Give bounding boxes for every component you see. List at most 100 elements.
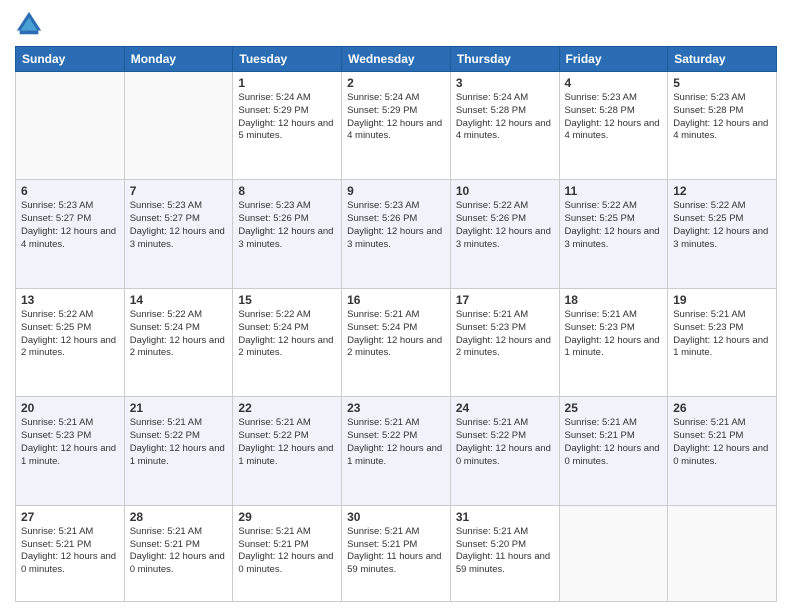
- day-number: 17: [456, 293, 554, 307]
- day-number: 21: [130, 401, 228, 415]
- logo-icon: [15, 10, 43, 38]
- calendar-cell: [124, 72, 233, 180]
- day-info: Sunrise: 5:23 AMSunset: 5:26 PMDaylight:…: [238, 200, 336, 251]
- calendar-cell: 6 Sunrise: 5:23 AMSunset: 5:27 PMDaylight…: [16, 180, 125, 288]
- calendar-cell: 18 Sunrise: 5:21 AMSunset: 5:23 PMDayligh…: [559, 288, 668, 396]
- calendar-cell: 16 Sunrise: 5:21 AMSunset: 5:24 PMDayligh…: [342, 288, 451, 396]
- day-number: 5: [673, 76, 771, 90]
- day-number: 6: [21, 184, 119, 198]
- calendar-cell: 25 Sunrise: 5:21 AMSunset: 5:21 PMDayligh…: [559, 397, 668, 505]
- day-info: Sunrise: 5:21 AMSunset: 5:22 PMDaylight:…: [238, 417, 336, 468]
- calendar-cell: 14 Sunrise: 5:22 AMSunset: 5:24 PMDayligh…: [124, 288, 233, 396]
- day-info: Sunrise: 5:22 AMSunset: 5:24 PMDaylight:…: [130, 309, 228, 360]
- day-header-monday: Monday: [124, 47, 233, 72]
- day-info: Sunrise: 5:21 AMSunset: 5:21 PMDaylight:…: [347, 526, 445, 577]
- calendar-cell: 7Sunrise: 5:23 AMSunset: 5:27 PMDaylight…: [124, 180, 233, 288]
- day-header-tuesday: Tuesday: [233, 47, 342, 72]
- day-info: Sunrise: 5:21 AMSunset: 5:22 PMDaylight:…: [130, 417, 228, 468]
- calendar-cell: 1 Sunrise: 5:24 AMSunset: 5:29 PMDaylight…: [233, 72, 342, 180]
- day-number: 29: [238, 510, 336, 524]
- calendar-cell: 27 Sunrise: 5:21 AMSunset: 5:21 PMDayligh…: [16, 505, 125, 601]
- day-info: Sunrise: 5:21 AMSunset: 5:24 PMDaylight:…: [347, 309, 445, 360]
- calendar-cell: 4Sunrise: 5:23 AMSunset: 5:28 PMDaylight…: [559, 72, 668, 180]
- day-info: Sunrise: 5:21 AMSunset: 5:21 PMDaylight:…: [238, 526, 336, 577]
- calendar-cell: 22 Sunrise: 5:21 AMSunset: 5:22 PMDayligh…: [233, 397, 342, 505]
- day-header-saturday: Saturday: [668, 47, 777, 72]
- calendar-cell: 21 Sunrise: 5:21 AMSunset: 5:22 PMDayligh…: [124, 397, 233, 505]
- calendar-cell: 8 Sunrise: 5:23 AMSunset: 5:26 PMDaylight…: [233, 180, 342, 288]
- day-number: 20: [21, 401, 119, 415]
- calendar-cell: 13 Sunrise: 5:22 AMSunset: 5:25 PMDayligh…: [16, 288, 125, 396]
- calendar-week-row: 27 Sunrise: 5:21 AMSunset: 5:21 PMDayligh…: [16, 505, 777, 601]
- day-number: 7: [130, 184, 228, 198]
- day-number: 27: [21, 510, 119, 524]
- day-info: Sunrise: 5:22 AMSunset: 5:25 PMDaylight:…: [21, 309, 119, 360]
- day-info: Sunrise: 5:21 AMSunset: 5:23 PMDaylight:…: [21, 417, 119, 468]
- day-number: 15: [238, 293, 336, 307]
- calendar-cell: 30Sunrise: 5:21 AMSunset: 5:21 PMDayligh…: [342, 505, 451, 601]
- day-info: Sunrise: 5:21 AMSunset: 5:21 PMDaylight:…: [565, 417, 663, 468]
- calendar-cell: [668, 505, 777, 601]
- day-header-sunday: Sunday: [16, 47, 125, 72]
- day-info: Sunrise: 5:24 AMSunset: 5:29 PMDaylight:…: [347, 92, 445, 143]
- day-number: 14: [130, 293, 228, 307]
- day-header-thursday: Thursday: [450, 47, 559, 72]
- day-info: Sunrise: 5:22 AMSunset: 5:25 PMDaylight:…: [673, 200, 771, 251]
- day-number: 16: [347, 293, 445, 307]
- day-number: 24: [456, 401, 554, 415]
- calendar-week-row: 13 Sunrise: 5:22 AMSunset: 5:25 PMDayligh…: [16, 288, 777, 396]
- day-info: Sunrise: 5:22 AMSunset: 5:24 PMDaylight:…: [238, 309, 336, 360]
- calendar-cell: 11 Sunrise: 5:22 AMSunset: 5:25 PMDayligh…: [559, 180, 668, 288]
- calendar-cell: 15 Sunrise: 5:22 AMSunset: 5:24 PMDayligh…: [233, 288, 342, 396]
- day-header-wednesday: Wednesday: [342, 47, 451, 72]
- day-number: 11: [565, 184, 663, 198]
- day-number: 31: [456, 510, 554, 524]
- calendar-cell: [559, 505, 668, 601]
- calendar-cell: 23 Sunrise: 5:21 AMSunset: 5:22 PMDayligh…: [342, 397, 451, 505]
- day-info: Sunrise: 5:23 AMSunset: 5:27 PMDaylight:…: [21, 200, 119, 251]
- calendar-cell: 19Sunrise: 5:21 AMSunset: 5:23 PMDayligh…: [668, 288, 777, 396]
- day-number: 3: [456, 76, 554, 90]
- calendar-cell: 12 Sunrise: 5:22 AMSunset: 5:25 PMDayligh…: [668, 180, 777, 288]
- day-info: Sunrise: 5:24 AMSunset: 5:29 PMDaylight:…: [238, 92, 336, 143]
- day-info: Sunrise: 5:21 AMSunset: 5:22 PMDaylight:…: [456, 417, 554, 468]
- day-info: Sunrise: 5:24 AMSunset: 5:28 PMDaylight:…: [456, 92, 554, 143]
- day-number: 10: [456, 184, 554, 198]
- day-number: 18: [565, 293, 663, 307]
- day-info: Sunrise: 5:21 AMSunset: 5:21 PMDaylight:…: [21, 526, 119, 577]
- calendar-cell: [16, 72, 125, 180]
- day-number: 12: [673, 184, 771, 198]
- day-number: 1: [238, 76, 336, 90]
- calendar-header-row: SundayMondayTuesdayWednesdayThursdayFrid…: [16, 47, 777, 72]
- calendar-week-row: 6 Sunrise: 5:23 AMSunset: 5:27 PMDaylight…: [16, 180, 777, 288]
- calendar-week-row: 1 Sunrise: 5:24 AMSunset: 5:29 PMDaylight…: [16, 72, 777, 180]
- day-info: Sunrise: 5:22 AMSunset: 5:25 PMDaylight:…: [565, 200, 663, 251]
- day-number: 25: [565, 401, 663, 415]
- calendar-cell: 9Sunrise: 5:23 AMSunset: 5:26 PMDaylight…: [342, 180, 451, 288]
- calendar-cell: 26Sunrise: 5:21 AMSunset: 5:21 PMDayligh…: [668, 397, 777, 505]
- day-number: 19: [673, 293, 771, 307]
- day-info: Sunrise: 5:21 AMSunset: 5:23 PMDaylight:…: [565, 309, 663, 360]
- calendar-cell: 24 Sunrise: 5:21 AMSunset: 5:22 PMDayligh…: [450, 397, 559, 505]
- day-info: Sunrise: 5:21 AMSunset: 5:22 PMDaylight:…: [347, 417, 445, 468]
- calendar-cell: 10Sunrise: 5:22 AMSunset: 5:26 PMDayligh…: [450, 180, 559, 288]
- page: SundayMondayTuesdayWednesdayThursdayFrid…: [0, 0, 792, 612]
- day-number: 23: [347, 401, 445, 415]
- day-header-friday: Friday: [559, 47, 668, 72]
- calendar-cell: 17 Sunrise: 5:21 AMSunset: 5:23 PMDayligh…: [450, 288, 559, 396]
- calendar-cell: 5 Sunrise: 5:23 AMSunset: 5:28 PMDaylight…: [668, 72, 777, 180]
- day-number: 26: [673, 401, 771, 415]
- calendar-week-row: 20 Sunrise: 5:21 AMSunset: 5:23 PMDayligh…: [16, 397, 777, 505]
- day-number: 4: [565, 76, 663, 90]
- day-number: 22: [238, 401, 336, 415]
- logo: [15, 10, 47, 38]
- day-info: Sunrise: 5:23 AMSunset: 5:28 PMDaylight:…: [673, 92, 771, 143]
- day-info: Sunrise: 5:21 AMSunset: 5:23 PMDaylight:…: [456, 309, 554, 360]
- day-info: Sunrise: 5:21 AMSunset: 5:21 PMDaylight:…: [130, 526, 228, 577]
- day-number: 2: [347, 76, 445, 90]
- calendar-table: SundayMondayTuesdayWednesdayThursdayFrid…: [15, 46, 777, 602]
- calendar-cell: 20 Sunrise: 5:21 AMSunset: 5:23 PMDayligh…: [16, 397, 125, 505]
- day-number: 13: [21, 293, 119, 307]
- calendar-cell: 28Sunrise: 5:21 AMSunset: 5:21 PMDayligh…: [124, 505, 233, 601]
- day-number: 8: [238, 184, 336, 198]
